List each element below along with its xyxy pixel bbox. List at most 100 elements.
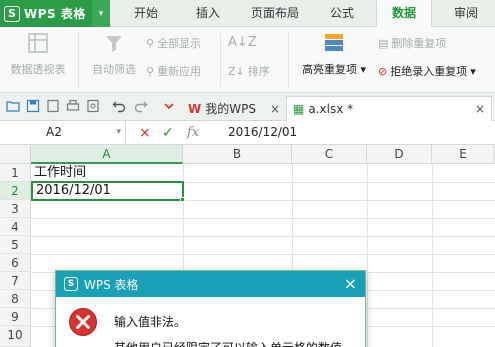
reject-duplicates-dropdown-icon: ▾ xyxy=(470,64,476,78)
formula-input[interactable]: 2016/12/01 xyxy=(228,121,297,144)
tab-a-xlsx-label: a.xlsx * xyxy=(308,102,354,116)
formula-bar: A2 ▾ × ✓ fx 2016/12/01 xyxy=(0,121,495,145)
name-box-dropdown-icon[interactable]: ▾ xyxy=(116,121,121,144)
remove-duplicates-button[interactable]: ▤ 删除重复项 xyxy=(378,35,446,51)
row-header-10[interactable]: 10 xyxy=(0,326,31,347)
dialog-close-icon[interactable]: × xyxy=(344,274,357,293)
dialog-detail: 其他用户已经限定了可以输入单元格的数值。 xyxy=(114,339,354,347)
close-tab-icon[interactable]: × xyxy=(270,102,280,116)
confirm-icon[interactable]: ✓ xyxy=(162,123,174,143)
reapply-button[interactable]: ⚲ 重新应用 xyxy=(146,63,201,79)
tab-my-wps-label: 我的WPS xyxy=(205,102,256,116)
print-icon[interactable] xyxy=(66,99,80,113)
row-header-4[interactable]: 4 xyxy=(0,218,31,236)
error-icon xyxy=(69,308,97,336)
reject-duplicates-button[interactable]: ⊘ 拒绝录入重复项 ▾ xyxy=(378,63,476,79)
grid-line xyxy=(31,254,495,255)
app-title: WPS 表格 xyxy=(24,7,86,21)
menu-bar: S WPS 表格 ▾ 开始 插入 页面布局 公式 数据 审阅 xyxy=(0,0,495,28)
row-header-8[interactable]: 8 xyxy=(0,290,31,308)
highlight-duplicates-label: 高亮重复项 ▾ xyxy=(301,63,367,76)
sort-asc-button[interactable]: A↓Z xyxy=(228,35,257,50)
column-header-d[interactable]: D xyxy=(367,145,432,164)
tab-data[interactable]: 数据 xyxy=(376,0,432,28)
column-header-b[interactable]: B xyxy=(183,145,292,164)
cell-a1[interactable]: 工作时间 xyxy=(31,164,183,182)
tab-page-layout[interactable]: 页面布局 xyxy=(245,0,305,27)
grid-line xyxy=(367,164,368,347)
dialog-title-bar: S WPS 表格 xyxy=(56,271,365,297)
column-header-c[interactable]: C xyxy=(292,145,367,164)
sort-ascending-icon: A↓Z xyxy=(228,35,257,50)
save-icon[interactable] xyxy=(26,99,40,113)
app-menu-button[interactable]: S WPS 表格 ▾ xyxy=(0,0,110,27)
ribbon-separator xyxy=(288,33,289,87)
tab-my-wps[interactable]: W 我的WPS × xyxy=(182,96,286,121)
tab-formulas[interactable]: 公式 xyxy=(322,0,362,27)
grid-line xyxy=(31,218,495,219)
data-ribbon: 数据透视表 自动筛选 ⚲ 全部显示 ⚲ 重新应用 A↓Z Z↓ 排序 高亮重复项… xyxy=(0,27,495,93)
reapply-icon: ⚲ xyxy=(146,64,155,78)
wps-spreadsheet-window: S WPS 表格 ▾ 开始 插入 页面布局 公式 数据 审阅 数据透视表 自动筛… xyxy=(0,0,495,347)
tab-a-xlsx[interactable]: ▦ a.xlsx * × xyxy=(286,96,492,121)
tab-home[interactable]: 开始 xyxy=(128,0,164,27)
show-all-icon: ⚲ xyxy=(146,36,155,50)
tab-insert[interactable]: 插入 xyxy=(190,0,226,27)
auto-filter-button[interactable]: 自动筛选 xyxy=(86,31,142,77)
error-dialog: S WPS 表格 × 输入值非法。 其他用户已经限定了可以输入单元格的数值。 xyxy=(55,270,366,347)
pivot-table-label: 数据透视表 xyxy=(10,63,66,76)
print-preview-icon[interactable] xyxy=(86,99,100,113)
column-header-e[interactable]: E xyxy=(432,145,495,164)
quick-access-bar: W 我的WPS × ▦ a.xlsx * × xyxy=(0,93,495,121)
customize-toolbar-icon[interactable] xyxy=(162,99,176,113)
show-all-label: 全部显示 xyxy=(157,37,202,50)
reject-duplicates-icon: ⊘ xyxy=(378,64,388,78)
row-header-7[interactable]: 7 xyxy=(0,272,31,290)
sort-label: 排序 xyxy=(247,65,270,78)
wps-w-icon: W xyxy=(188,101,202,116)
spreadsheet-file-icon: ▦ xyxy=(293,102,305,116)
dialog-message: 输入值非法。 xyxy=(114,315,187,329)
wps-logo-icon: S xyxy=(4,5,20,22)
name-box[interactable]: A2 ▾ xyxy=(0,121,126,144)
auto-filter-label: 自动筛选 xyxy=(92,63,136,76)
cell-a2[interactable]: 2016/12/01 xyxy=(31,181,184,201)
filter-icon xyxy=(106,36,122,52)
remove-duplicates-icon: ▤ xyxy=(378,36,389,50)
row-header-1[interactable]: 1 xyxy=(0,164,31,182)
sort-button[interactable]: Z↓ 排序 xyxy=(228,63,270,79)
grid-line xyxy=(31,236,495,237)
reapply-label: 重新应用 xyxy=(157,65,202,78)
redo-icon[interactable] xyxy=(134,99,148,113)
column-header-a[interactable]: A xyxy=(31,145,183,164)
row-header-3[interactable]: 3 xyxy=(0,200,31,218)
row-header-9[interactable]: 9 xyxy=(0,308,31,326)
ribbon-separator xyxy=(78,33,79,87)
row-header-2[interactable]: 2 xyxy=(0,182,31,200)
export-pdf-icon[interactable] xyxy=(46,99,60,113)
highlight-duplicates-icon xyxy=(325,34,343,51)
show-all-button[interactable]: ⚲ 全部显示 xyxy=(146,35,201,51)
pivot-table-icon xyxy=(28,33,48,53)
undo-icon[interactable] xyxy=(112,99,126,113)
open-folder-icon[interactable] xyxy=(6,99,20,113)
dialog-title: WPS 表格 xyxy=(84,277,139,292)
remove-duplicates-label: 删除重复项 xyxy=(391,37,447,50)
insert-function-icon[interactable]: fx xyxy=(187,123,199,143)
wps-logo-icon: S xyxy=(64,277,78,291)
close-tab-icon[interactable]: × xyxy=(475,102,485,116)
ribbon-separator xyxy=(220,33,221,87)
name-box-value: A2 xyxy=(46,125,62,139)
select-all-corner[interactable] xyxy=(0,145,31,164)
cancel-icon[interactable]: × xyxy=(139,123,151,143)
app-menu-dropdown-icon[interactable]: ▾ xyxy=(92,0,110,27)
pivot-table-button[interactable]: 数据透视表 xyxy=(6,31,70,77)
sort-descending-icon: Z↓ xyxy=(228,64,245,78)
fill-handle[interactable] xyxy=(180,197,185,202)
row-header-6[interactable]: 6 xyxy=(0,254,31,272)
tab-review[interactable]: 审阅 xyxy=(446,0,486,27)
reject-duplicates-label: 拒绝录入重复项 xyxy=(390,65,468,78)
grid-line xyxy=(432,164,433,347)
row-header-5[interactable]: 5 xyxy=(0,236,31,254)
highlight-duplicates-button[interactable]: 高亮重复项 ▾ xyxy=(296,31,372,77)
